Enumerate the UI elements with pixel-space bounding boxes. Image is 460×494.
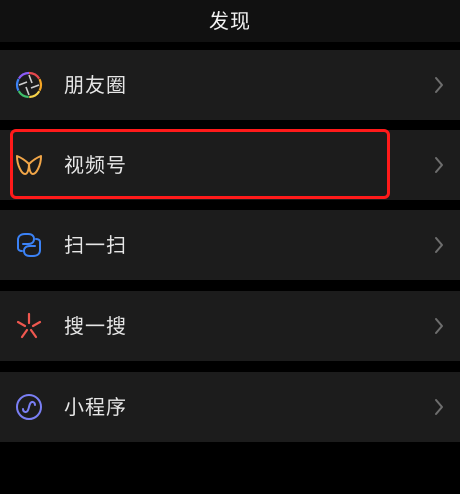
menu-item-label: 小程序: [64, 395, 127, 419]
menu-item-label: 搜一搜: [64, 314, 127, 338]
moments-icon: [15, 71, 43, 99]
menu-item-label: 视频号: [64, 153, 127, 177]
search-icon: [16, 312, 42, 339]
nav-header: 发现: [0, 0, 460, 42]
page-title: 发现: [209, 9, 251, 33]
menu-item-moments[interactable]: 朋友圈: [0, 50, 460, 120]
channels-icon: [16, 155, 42, 175]
menu-item-scan[interactable]: 扫一扫: [0, 210, 460, 280]
chevron-right-icon: [435, 237, 443, 253]
menu-item-search[interactable]: 搜一搜: [0, 291, 460, 361]
mini-program-icon: [16, 394, 42, 420]
chevron-right-icon: [435, 77, 443, 93]
chevron-right-icon: [435, 157, 443, 173]
chevron-right-icon: [435, 399, 443, 415]
menu-item-channels[interactable]: 视频号: [0, 130, 460, 200]
menu-item-mini-program[interactable]: 小程序: [0, 372, 460, 442]
chevron-right-icon: [435, 318, 443, 334]
menu-item-label: 朋友圈: [64, 73, 127, 97]
scan-icon: [17, 233, 41, 257]
menu-item-label: 扫一扫: [64, 233, 127, 257]
